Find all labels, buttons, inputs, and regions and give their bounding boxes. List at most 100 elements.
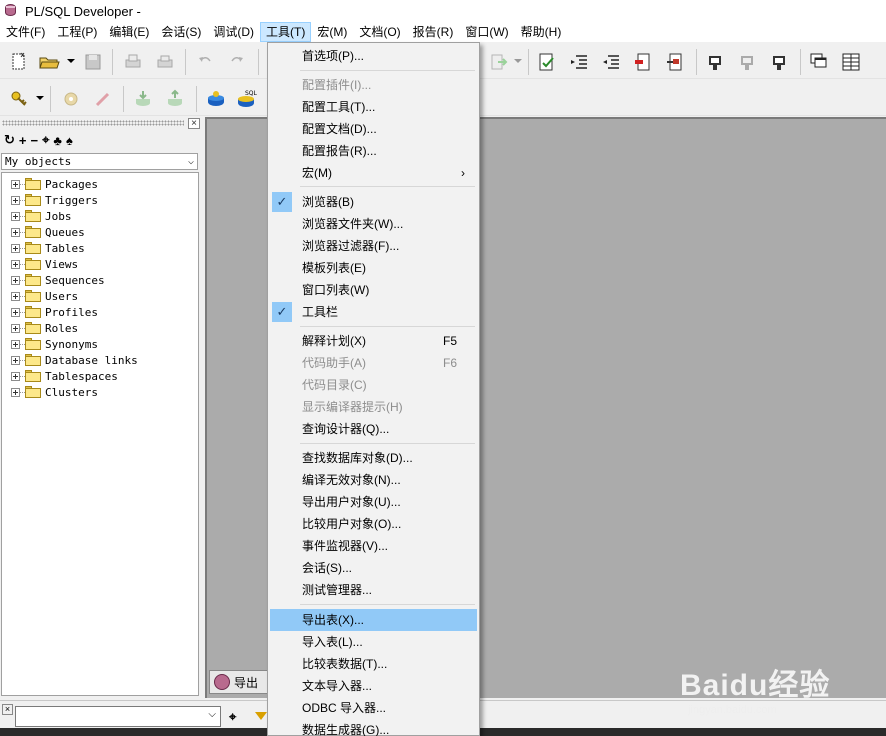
save-icon[interactable] [82,51,104,73]
indent-icon[interactable] [568,51,590,73]
execute-icon[interactable] [488,51,510,73]
menu-item-explain-plan[interactable]: 解释计划(X) F5 [270,330,477,352]
menu-debug[interactable]: 调试(D) [207,22,260,42]
menu-edit[interactable]: 编辑(E) [103,22,155,42]
menu-reports[interactable]: 报告(R) [407,22,460,42]
find-icon[interactable]: ⌖ [42,132,49,148]
menu-help[interactable]: 帮助(H) [515,22,568,42]
menu-item-code-assistant[interactable]: 代码助手(A) F6 [270,352,477,374]
menu-item-macro[interactable]: 宏(M) › [270,162,477,184]
undo-icon[interactable] [194,51,216,73]
expand-toggle-icon[interactable] [11,323,20,333]
menu-item-configure-plugins[interactable]: 配置插件(I)... [270,74,477,96]
menu-item-compiler-hints[interactable]: 显示编译器提示(H) [270,396,477,418]
window-tab-export[interactable]: 导出 [209,670,271,694]
binoculars-icon[interactable]: ⌖ [229,709,236,725]
menu-item-text-importer[interactable]: 文本导入器... [270,675,477,697]
expand-toggle-icon[interactable] [11,227,20,237]
menu-project[interactable]: 工程(P) [51,22,103,42]
menu-file[interactable]: 文件(F) [0,22,51,42]
menu-item-query-builder[interactable]: 查询设计器(Q)... [270,418,477,440]
cascade-windows-icon[interactable] [808,51,830,73]
key-dropdown-icon[interactable] [36,96,44,100]
find-input[interactable]: ⌵ [15,706,221,727]
menu-item-find-db-objects[interactable]: 查找数据库对象(D)... [270,447,477,469]
menu-item-preferences[interactable]: 首选项(P)... [270,45,477,67]
menu-item-window-list[interactable]: 窗口列表(W) [270,279,477,301]
menu-item-browser[interactable]: ✓ 浏览器(B) [270,191,477,213]
database-icon[interactable] [205,88,227,110]
expand-toggle-icon[interactable] [11,371,20,381]
expand-toggle-icon[interactable] [11,275,20,285]
menu-item-compare-user-objects[interactable]: 比较用户对象(O)... [270,513,477,535]
tree-item-clusters[interactable]: Clusters [2,384,198,400]
menu-item-template-list[interactable]: 模板列表(E) [270,257,477,279]
sql-window-icon[interactable]: SQL [236,88,258,110]
menu-item-test-manager[interactable]: 测试管理器... [270,579,477,601]
tree-item-profiles[interactable]: Profiles [2,304,198,320]
db-session-icon[interactable] [768,51,790,73]
tree-item-tablespaces[interactable]: Tablespaces [2,368,198,384]
panel-close-icon[interactable]: × [188,118,200,129]
menu-document[interactable]: 文档(O) [353,22,406,42]
expand-toggle-icon[interactable] [11,307,20,317]
menu-item-code-contents[interactable]: 代码目录(C) [270,374,477,396]
highlight-marker-icon[interactable] [255,712,267,720]
menu-window[interactable]: 窗口(W) [459,22,514,42]
open-folder-icon[interactable] [38,51,60,73]
menu-item-configure-tools[interactable]: 配置工具(T)... [270,96,477,118]
menu-item-sessions[interactable]: 会话(S)... [270,557,477,579]
menu-item-import-tables[interactable]: 导入表(L)... [270,631,477,653]
tile-windows-icon[interactable] [840,51,862,73]
key-icon[interactable] [8,88,30,110]
panel-grip[interactable] [2,120,184,126]
tree-item-synonyms[interactable]: Synonyms [2,336,198,352]
export-db-icon[interactable] [164,88,186,110]
unindent-icon[interactable] [600,51,622,73]
db-connect-icon[interactable] [704,51,726,73]
import-db-icon[interactable] [132,88,154,110]
expand-toggle-icon[interactable] [11,259,20,269]
expand-toggle-icon[interactable] [11,243,20,253]
menu-item-export-tables[interactable]: 导出表(X)... [270,609,477,631]
wand-icon[interactable] [92,88,114,110]
expand-toggle-icon[interactable] [11,211,20,221]
collapse-icon[interactable]: − [31,133,39,148]
menu-item-export-user-objects[interactable]: 导出用户对象(U)... [270,491,477,513]
expand-toggle-icon[interactable] [11,387,20,397]
menu-item-toolbar[interactable]: ✓ 工具栏 [270,301,477,323]
menu-item-data-generator[interactable]: 数据生成器(G)... [270,719,477,736]
menu-item-odbc-importer[interactable]: ODBC 导入器... [270,697,477,719]
chevron-down-icon[interactable]: ⌵ [208,709,216,720]
lowercase-icon[interactable] [664,51,686,73]
print-icon[interactable] [122,51,144,73]
tree-item-sequences[interactable]: Sequences [2,272,198,288]
execute-dropdown-icon[interactable] [514,59,522,63]
expand-toggle-icon[interactable] [11,179,20,189]
menu-item-browser-folders[interactable]: 浏览器文件夹(W)... [270,213,477,235]
print-preview-icon[interactable] [154,51,176,73]
open-dropdown-icon[interactable] [67,59,75,63]
tree-item-triggers[interactable]: Triggers [2,192,198,208]
tree-item-users[interactable]: Users [2,288,198,304]
menu-item-configure-documents[interactable]: 配置文档(D)... [270,118,477,140]
tree-item-packages[interactable]: Packages [2,176,198,192]
expand-toggle-icon[interactable] [11,339,20,349]
redo-icon[interactable] [226,51,248,73]
expand-toggle-icon[interactable] [11,355,20,365]
menu-session[interactable]: 会话(S) [155,22,207,42]
menu-item-browser-filters[interactable]: 浏览器过滤器(F)... [270,235,477,257]
uppercase-icon[interactable] [632,51,654,73]
tree-item-queues[interactable]: Queues [2,224,198,240]
tree-item-jobs[interactable]: Jobs [2,208,198,224]
expand-icon[interactable]: + [19,133,27,148]
filter-edit-icon[interactable]: ♠ [66,133,73,148]
tree-item-tables[interactable]: Tables [2,240,198,256]
filter-icon[interactable]: ♣ [53,133,62,148]
object-filter-select[interactable]: My objects ⌵ [1,153,198,170]
menu-item-compare-table-data[interactable]: 比较表数据(T)... [270,653,477,675]
menu-item-configure-reports[interactable]: 配置报告(R)... [270,140,477,162]
tree-item-roles[interactable]: Roles [2,320,198,336]
menu-macro[interactable]: 宏(M) [311,22,353,42]
doc-check-icon[interactable] [536,51,558,73]
